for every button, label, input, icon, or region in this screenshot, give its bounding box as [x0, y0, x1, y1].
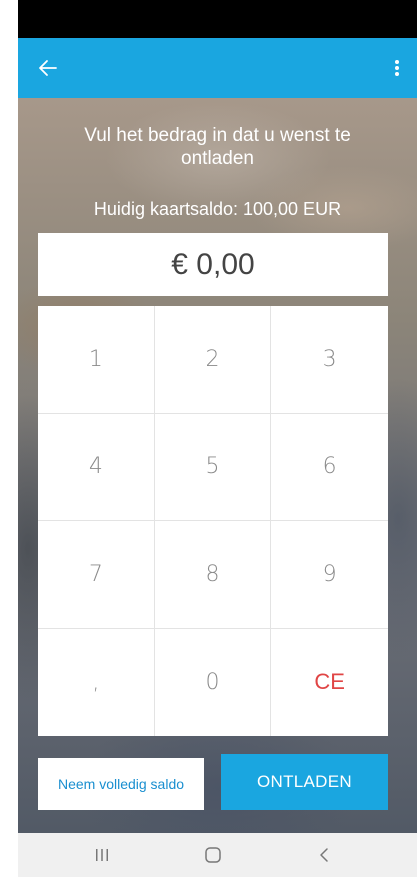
- amount-prompt: Vul het bedrag in dat u wenst te ontlade…: [18, 124, 417, 170]
- current-balance: Huidig kaartsaldo: 100,00 EUR: [93, 199, 342, 219]
- numeric-keypad: 1 2 3 4 5 6 7 8 9 , 0 CE: [38, 306, 388, 736]
- system-nav-bar: [18, 833, 417, 877]
- app-bar: [18, 38, 417, 98]
- key-comma[interactable]: ,: [38, 628, 155, 736]
- key-1[interactable]: 1: [38, 306, 155, 414]
- key-clear-entry[interactable]: CE: [271, 629, 388, 737]
- key-9[interactable]: 9: [271, 521, 388, 629]
- key-5[interactable]: 5: [154, 413, 272, 521]
- discharge-button[interactable]: ONTLADEN: [221, 754, 388, 810]
- full-balance-button[interactable]: Neem volledig saldo: [38, 758, 204, 810]
- main-content: Vul het bedrag in dat u wenst te ontlade…: [18, 98, 417, 833]
- amount-value: € 0,00: [171, 247, 255, 281]
- recent-apps-icon[interactable]: [94, 846, 110, 864]
- home-icon[interactable]: [204, 846, 222, 864]
- status-bar: [18, 0, 417, 38]
- key-6[interactable]: 6: [271, 414, 388, 521]
- key-0[interactable]: 0: [155, 628, 272, 736]
- key-4[interactable]: 4: [38, 413, 155, 521]
- arrow-left-icon[interactable]: [36, 56, 60, 80]
- back-icon[interactable]: [317, 846, 331, 864]
- key-8[interactable]: 8: [154, 521, 272, 629]
- key-2[interactable]: 2: [154, 306, 272, 414]
- screen-margin: [0, 0, 18, 877]
- amount-display: € 0,00: [38, 233, 388, 296]
- more-vertical-icon[interactable]: [391, 56, 403, 80]
- key-7[interactable]: 7: [38, 521, 155, 629]
- key-3[interactable]: 3: [271, 306, 388, 414]
- prompt-text: Vul het bedrag in dat u wenst te ontlade…: [84, 125, 351, 169]
